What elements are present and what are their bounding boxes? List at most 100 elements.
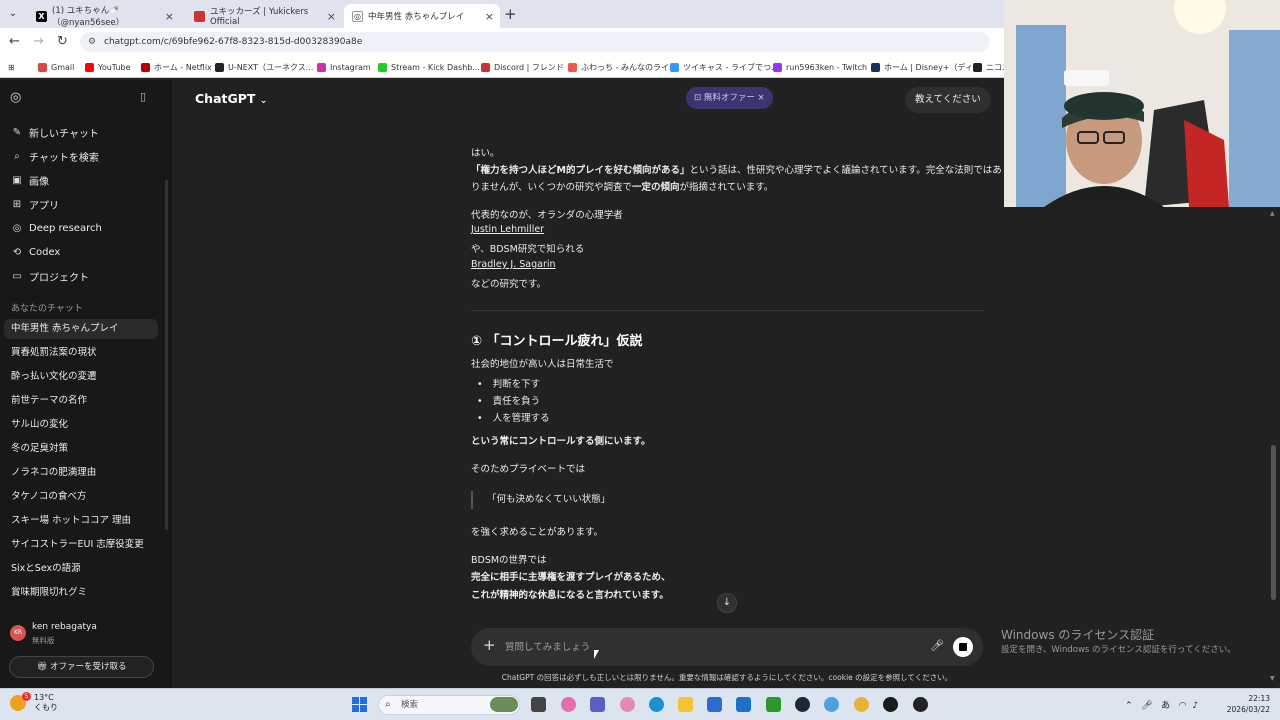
teach-me-button[interactable]: 教えてください — [905, 87, 991, 113]
outlook-icon[interactable] — [736, 697, 751, 712]
widget-image-icon[interactable] — [490, 697, 518, 712]
windows-start-icon[interactable] — [352, 697, 367, 712]
message-paragraph: や、BDSM研究で知られる — [471, 244, 585, 255]
activation-watermark-subtitle: 設定を開き、Windows のライセンス認証を行ってください。 — [1001, 645, 1236, 655]
chat-history-item[interactable]: ノラネコの肥満理由 — [4, 463, 158, 483]
chat-history-item[interactable]: 賞味期限切れグミ — [4, 583, 158, 603]
message-paragraph: を強く求めることがあります。 — [471, 527, 604, 538]
browser-tab-yukickers[interactable]: ユキッカーズ | Yukickers Official × — [186, 4, 342, 28]
task-view-icon[interactable] — [531, 697, 546, 712]
ime-icon[interactable]: あ — [1161, 701, 1170, 711]
bookmark-fuwacchi[interactable]: ふわっち - みんなのライ... — [568, 60, 677, 74]
bookmark-twitcasting[interactable]: ツイキャス - ライブでつ... — [670, 60, 779, 74]
media-player-icon[interactable] — [883, 697, 898, 712]
bookmark-kick[interactable]: Stream - Kick Dashb... — [378, 60, 480, 74]
clock[interactable]: 22:13 2026/03/22 — [1225, 693, 1270, 715]
site-info-icon[interactable]: ⚙ — [88, 32, 96, 52]
scroll-down-icon[interactable]: ↓ — [717, 593, 737, 613]
copilot-icon[interactable] — [561, 697, 576, 712]
twitcasting-icon — [670, 62, 679, 72]
app-icon[interactable] — [824, 697, 839, 712]
system-tray[interactable]: ⌃ 🎤︎ あ ◠ ♪ — [1125, 698, 1198, 711]
scroll-up-arrow-icon[interactable]: ▲ — [1270, 210, 1275, 217]
teams-icon[interactable] — [590, 697, 605, 712]
bookmark-youtube[interactable]: YouTube — [85, 60, 131, 74]
bookmark-instagram[interactable]: Instagram — [317, 60, 371, 74]
new-chat-icon: ✎ — [12, 126, 22, 138]
sidebar-item-new-chat[interactable]: ✎ 新しいチャット — [11, 122, 99, 142]
bookmark-unext[interactable]: U-NEXT（ユーネクス... — [215, 60, 313, 74]
notification-badge: 5 — [22, 692, 31, 701]
sidebar-item-projects[interactable]: ▭ プロジェクト — [11, 266, 89, 286]
chevron-down-icon: ⌄ — [259, 96, 268, 106]
tab-search-icon[interactable]: ⌄ — [4, 6, 22, 22]
reload-icon[interactable]: ↻ — [57, 34, 68, 49]
app-icon[interactable] — [913, 697, 928, 712]
sidebar-scrollbar[interactable] — [165, 180, 168, 530]
chatgpt-logo-icon[interactable]: ◎ — [10, 90, 21, 105]
back-icon[interactable]: ← — [9, 34, 20, 49]
xbox-icon[interactable] — [766, 697, 781, 712]
mic-icon[interactable]: 🎤︎ — [1141, 701, 1152, 711]
browser-tab-x[interactable]: X (1) ユキちゃん🍼（@nyan56see） × — [28, 4, 180, 28]
close-icon[interactable]: × — [485, 10, 494, 23]
close-icon[interactable]: × — [165, 10, 174, 23]
prompt-input[interactable] — [505, 639, 885, 655]
twitch-icon — [773, 62, 782, 72]
bookmark-twitch[interactable]: run5963ken - Twitch — [773, 60, 867, 74]
wifi-icon[interactable]: ◠ — [1179, 701, 1187, 711]
chrome-icon[interactable] — [854, 697, 869, 712]
chat-history-item[interactable]: 買春処罰法案の現状 — [4, 343, 158, 363]
entity-link[interactable]: Bradley J. Sagarin — [471, 259, 556, 270]
edge-icon[interactable] — [649, 697, 664, 712]
scroll-down-arrow-icon[interactable]: ▼ — [1270, 675, 1275, 682]
avatar: KR — [10, 625, 26, 641]
volume-icon[interactable]: ♪ — [1192, 701, 1198, 711]
chat-history-item[interactable]: SixとSexの語源 — [4, 559, 158, 579]
sidebar-item-apps[interactable]: ⊞ アプリ — [11, 194, 59, 214]
chat-history-item[interactable]: 冬の足臭対策 — [4, 439, 158, 459]
sidebar-toggle-icon[interactable]: ▯ — [140, 90, 146, 103]
url-field[interactable]: ⚙ chatgpt.com/c/69bfe962-67f8-8323-815d-… — [80, 32, 990, 52]
chat-history-item[interactable]: スキー場 ホットココア 理由 — [4, 511, 158, 531]
time: 22:13 — [1248, 694, 1270, 703]
message-paragraph: 代表的なのが、オランダの心理学者 — [471, 210, 623, 221]
chat-history-item[interactable]: 中年男性 赤ちゃんプレイ — [4, 319, 158, 339]
chat-history-item[interactable]: サル山の変化 — [4, 415, 158, 435]
tab-title: (1) ユキちゃん🍼（@nyan56see） — [52, 6, 125, 28]
forward-icon[interactable]: → — [33, 34, 44, 49]
microphone-icon[interactable]: 🎤︎ — [930, 639, 944, 652]
entity-link[interactable]: Justin Lehmiller — [471, 224, 544, 235]
model-selector[interactable]: ChatGPT ⌄ — [195, 91, 267, 106]
chat-history-item[interactable]: 前世テーマの名作 — [4, 391, 158, 411]
close-icon[interactable]: × — [755, 93, 765, 103]
chat-history-item[interactable]: タケノコの食べ方 — [4, 487, 158, 507]
stop-button[interactable] — [953, 637, 973, 657]
browser-tab-chatgpt[interactable]: ◎ 中年男性 赤ちゃんプレイ × — [344, 4, 500, 28]
sidebar-item-codex[interactable]: ⟲ Codex — [11, 242, 61, 262]
close-icon[interactable]: × — [327, 10, 336, 23]
bookmark-netflix[interactable]: ホーム - Netflix — [141, 60, 212, 74]
main-scrollbar[interactable] — [1271, 445, 1276, 600]
x-logo-icon: X — [36, 10, 47, 22]
app-icon[interactable] — [620, 697, 635, 712]
chevron-up-icon[interactable]: ⌃ — [1125, 701, 1133, 711]
message-paragraph: 社会的地位が高い人は日常生活で — [471, 359, 614, 370]
sidebar-item-deep-research[interactable]: ◎ Deep research — [11, 218, 102, 238]
bookmark-disney[interactable]: ホーム | Disney+（ディ... — [871, 60, 981, 74]
bookmark-discord[interactable]: Discord | フレンド — [481, 60, 564, 74]
steam-icon[interactable] — [795, 697, 810, 712]
file-explorer-icon[interactable] — [678, 697, 693, 712]
free-offer-pill[interactable]: ⊡ 無料オファー × — [686, 87, 773, 109]
chat-history-item[interactable]: 酔っ払い文化の変遷 — [4, 367, 158, 387]
new-tab-icon[interactable]: + — [504, 5, 517, 23]
plus-icon[interactable]: + — [483, 636, 496, 654]
sidebar-item-search[interactable]: ⌕ チャットを検索 — [11, 146, 99, 166]
image-icon: ▣ — [12, 174, 22, 186]
store-icon[interactable] — [707, 697, 722, 712]
claim-offer-button[interactable]: 🎁︎ オファーを受け取る — [9, 656, 154, 678]
apps-grid-icon[interactable]: ⊞ — [8, 60, 15, 74]
bookmark-gmail[interactable]: Gmail — [38, 60, 74, 74]
chat-history-item[interactable]: サイコストラーEUI 志摩役変更 — [4, 535, 158, 555]
sidebar-item-images[interactable]: ▣ 画像 — [11, 170, 49, 190]
